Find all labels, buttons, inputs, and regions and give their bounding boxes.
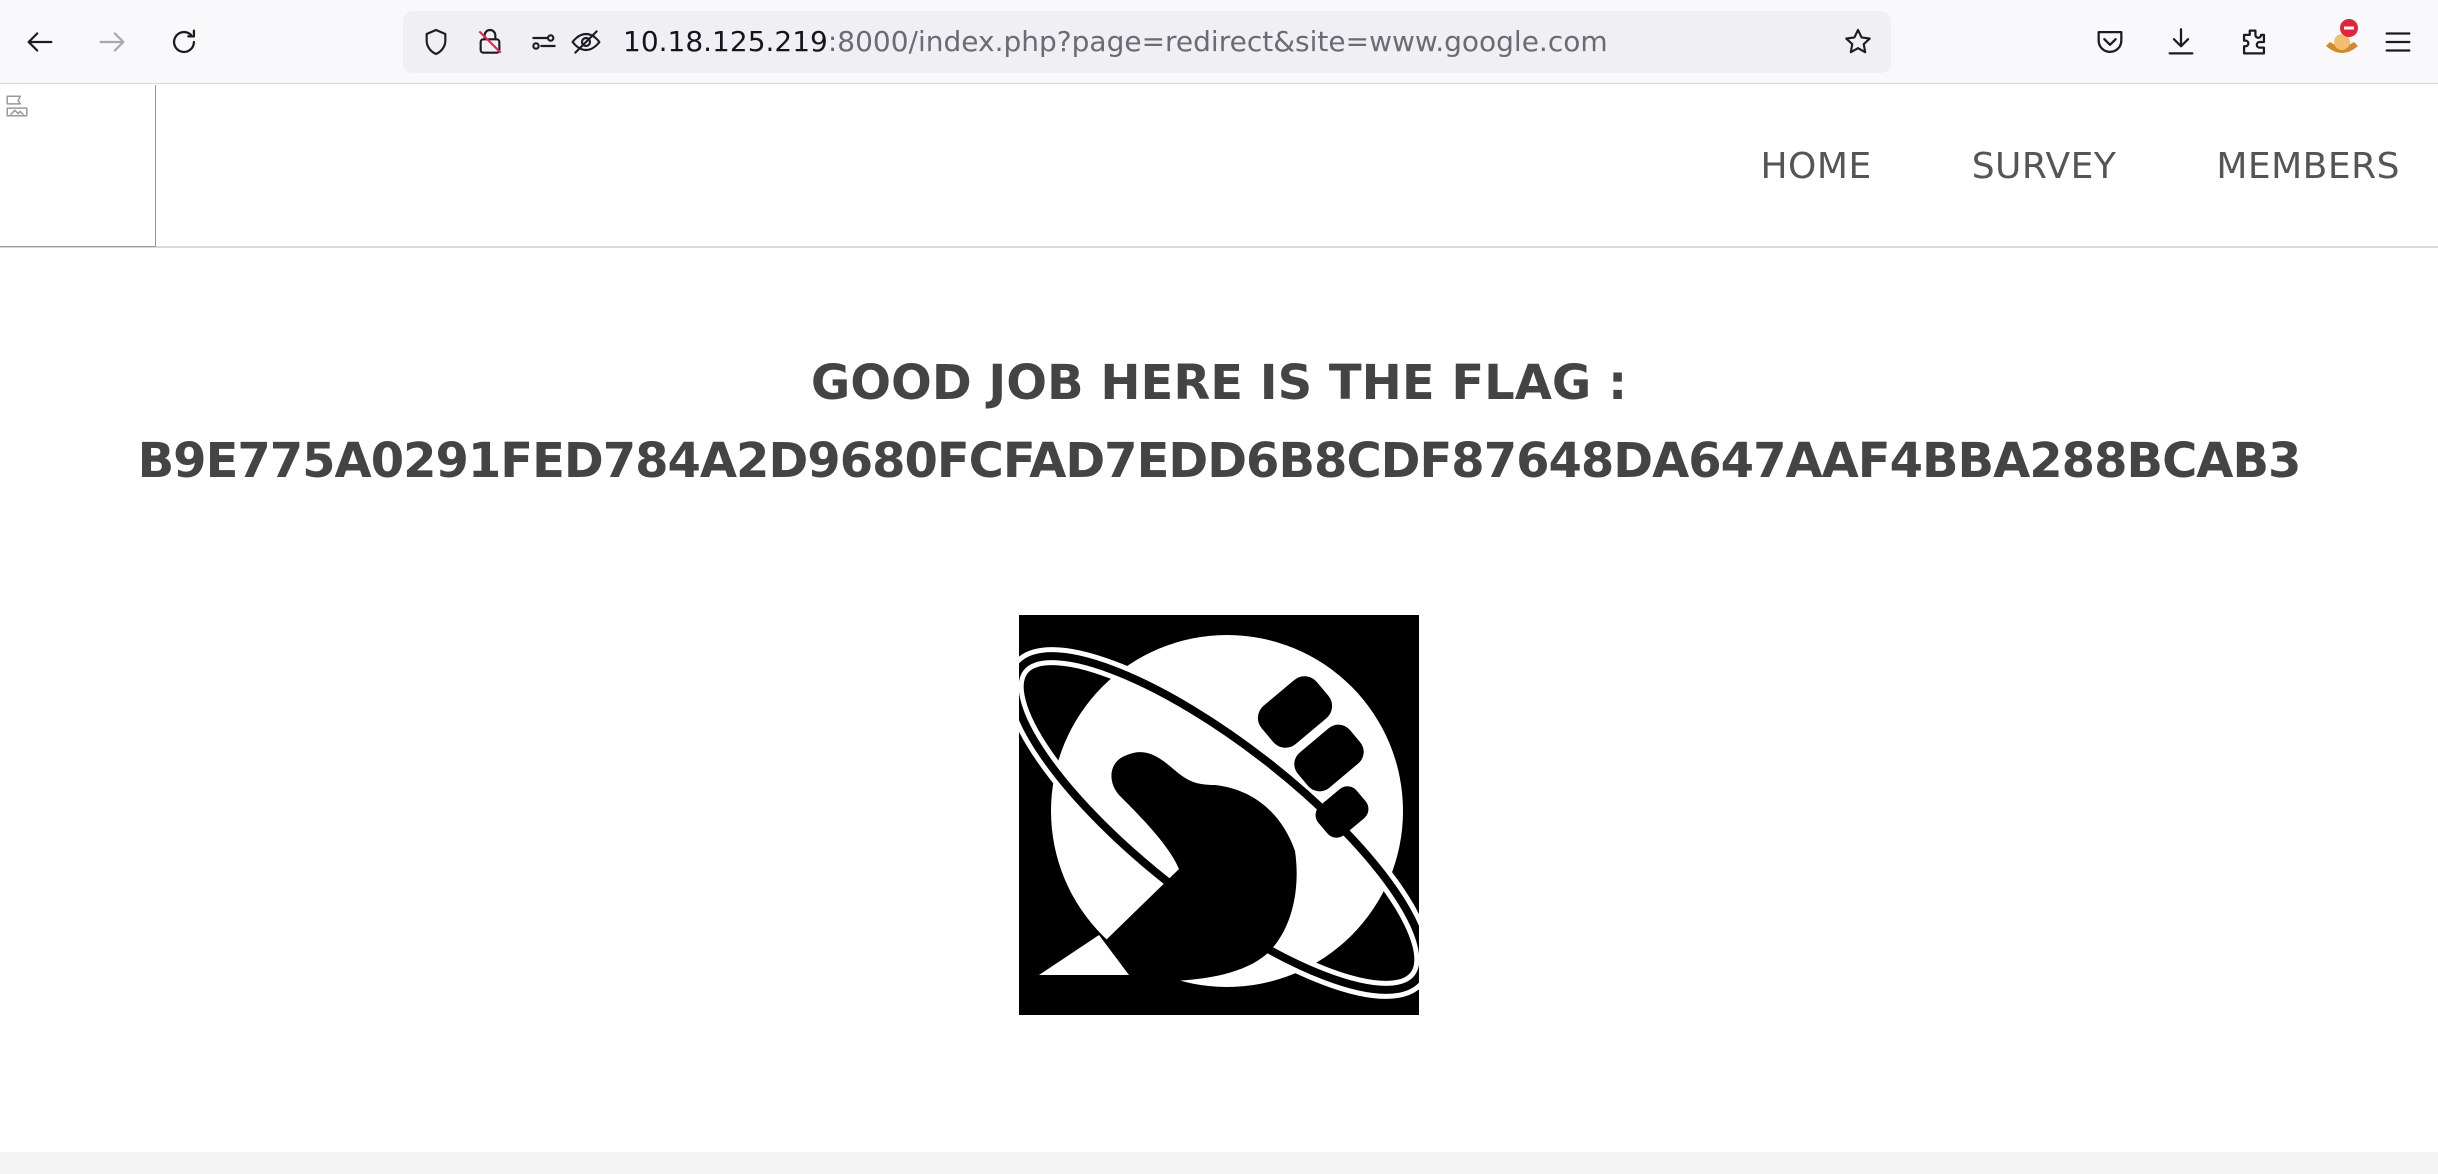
nav-home-link[interactable]: HOME (1760, 146, 1871, 187)
broken-logo-image[interactable] (0, 85, 156, 247)
reload-icon (172, 29, 196, 54)
bookmark-star-icon[interactable] (1841, 25, 1875, 59)
url-text[interactable]: 10.18.125.219:8000/index.php?page=redire… (623, 11, 1608, 73)
thumbs-up-planet-emblem (1019, 615, 1419, 1015)
nav-survey-link[interactable]: SURVEY (1972, 146, 2117, 187)
browser-toolbar: 10.18.125.219:8000/index.php?page=redire… (0, 0, 2438, 84)
footer-strip (0, 1152, 2438, 1174)
shield-icon[interactable] (419, 25, 453, 59)
extensions-icon (2242, 29, 2266, 55)
extensions-button[interactable] (2228, 16, 2280, 68)
downloads-icon (2168, 28, 2194, 55)
main-nav: HOME SURVEY MEMBERS (1660, 85, 2400, 248)
permissions-icon[interactable] (527, 25, 561, 59)
url-host: 10.18.125.219 (623, 25, 828, 58)
tracking-icon[interactable] (569, 25, 603, 59)
flag-heading: GOOD JOB HERE IS THE FLAG : (810, 355, 1628, 411)
forward-icon (99, 32, 125, 52)
back-icon (27, 32, 53, 52)
broken-image-icon (6, 95, 28, 117)
extension-badge-icon (2326, 19, 2358, 53)
extension-badge-button[interactable] (2316, 16, 2368, 68)
insecure-lock-icon[interactable] (473, 25, 507, 59)
url-bar[interactable]: 10.18.125.219:8000/index.php?page=redire… (403, 11, 1891, 73)
downloads-button[interactable] (2155, 16, 2207, 68)
pocket-icon (2097, 30, 2123, 53)
back-button[interactable] (14, 16, 66, 68)
site-header: HOME SURVEY MEMBERS (0, 85, 2438, 248)
pocket-button[interactable] (2084, 16, 2136, 68)
url-path: :8000/index.php?page=redirect&site=www.g… (827, 25, 1608, 58)
forward-button[interactable] (86, 16, 138, 68)
reload-button[interactable] (158, 16, 210, 68)
menu-button[interactable] (2372, 16, 2424, 68)
page-content: HOME SURVEY MEMBERS GOOD JOB HERE IS THE… (0, 85, 2438, 1174)
nav-members-link[interactable]: MEMBERS (2216, 146, 2400, 187)
menu-icon (2385, 32, 2411, 52)
flag-value: B9E775A0291FED784A2D9680FCFAD7EDD6B8CDF8… (137, 433, 2302, 489)
